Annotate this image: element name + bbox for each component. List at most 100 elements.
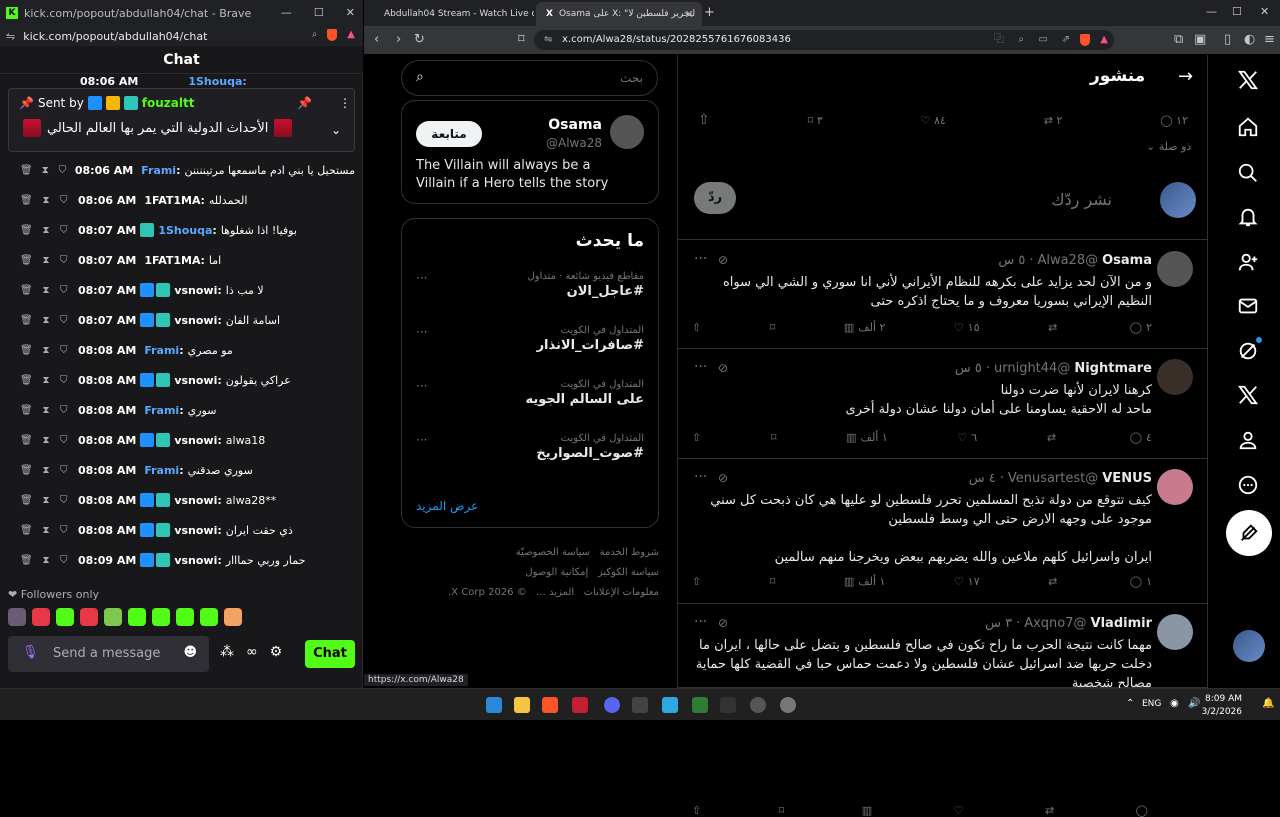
delete-icon[interactable]: 🗑 [20, 555, 33, 566]
bookmark-icon[interactable]: ⌑ [770, 575, 776, 588]
more-options-icon[interactable]: ⋮ [339, 96, 351, 110]
clock[interactable]: 8:09 AM 3/2/2026 [1202, 693, 1242, 719]
more-options-icon[interactable]: ··· [416, 325, 427, 339]
emote-icon[interactable] [152, 608, 170, 626]
views-action[interactable]: ▥ ٢ ألف [844, 321, 886, 334]
new-tab-button[interactable]: + [704, 5, 715, 20]
tweet-time[interactable]: ٥ س [955, 361, 982, 376]
reply-tweet[interactable]: Vladimir @Axqno7 · ٣ س ··· ⊘ مهما كانت نتيجة ا… [678, 604, 1208, 817]
share-icon[interactable]: ⇧ [692, 804, 701, 817]
emote-icon[interactable] [200, 608, 218, 626]
emote-icon[interactable] [224, 608, 242, 626]
address-bar[interactable]: ⇋ x.com/Alwa28/status/202825576167608343… [534, 30, 1114, 50]
language-indicator[interactable]: ENG [1142, 699, 1161, 709]
ban-icon[interactable]: ⛉ [60, 465, 72, 476]
tweet-author[interactable]: Vladimir [1091, 616, 1152, 631]
delete-icon[interactable]: 🗑 [20, 525, 33, 536]
delete-icon[interactable]: 🗑 [20, 195, 33, 206]
like-action[interactable]: ♡ ٨٤ [921, 114, 946, 127]
emoji-icon[interactable]: ☻ [183, 645, 197, 660]
like-action[interactable]: ♡ ١٥ [954, 321, 980, 334]
chat-send-button[interactable]: Chat [305, 640, 355, 668]
more-options-icon[interactable]: ··· [694, 251, 707, 267]
repost-action[interactable]: ⇄ [1045, 804, 1058, 817]
reply-action[interactable]: ◯ ٢ [1130, 321, 1152, 334]
trend-item[interactable]: المتداول في الكويت على السالم الجويه ··· [416, 379, 644, 407]
home-icon[interactable] [1237, 116, 1259, 138]
delete-icon[interactable]: 🗑 [20, 285, 33, 296]
footer-link[interactable]: المزيد ... [536, 587, 574, 598]
follow-icon[interactable] [1237, 251, 1259, 273]
emote-icon[interactable] [80, 608, 98, 626]
tweet-time[interactable]: ٣ س [985, 616, 1012, 631]
x-premium-icon[interactable] [1237, 384, 1259, 406]
avatar[interactable] [1157, 359, 1193, 395]
delete-icon[interactable]: 🗑 [20, 225, 33, 236]
repost-action[interactable]: ⇄ [1047, 431, 1060, 444]
start-icon[interactable] [486, 697, 502, 713]
bookmark-icon[interactable]: ⌑ [771, 431, 777, 444]
message-user[interactable]: vsnowi [174, 434, 217, 447]
ban-icon[interactable]: ⛉ [60, 405, 72, 416]
reply-action[interactable]: ◯ ٤ [1130, 431, 1152, 444]
share-icon[interactable]: ⇗ [1062, 30, 1070, 50]
message-user[interactable]: vsnowi [174, 284, 217, 297]
back-arrow-icon[interactable]: → [1178, 66, 1193, 87]
reply-tweet[interactable]: Nightmare @urnight44 · ٥ س ··· ⊘ كرهنا لايران … [678, 349, 1208, 459]
more-options-icon[interactable]: ··· [416, 379, 427, 393]
tweet-handle[interactable]: @Alwa28 [1037, 253, 1098, 268]
delete-icon[interactable]: 🗑 [20, 495, 33, 506]
zoom-icon[interactable]: ⌕ [312, 29, 318, 41]
timeout-icon[interactable]: ⧗ [41, 435, 51, 446]
maximize-button[interactable]: ☐ [314, 6, 324, 19]
profile-icon[interactable] [1237, 429, 1259, 451]
menu-icon[interactable]: ≡ [1264, 32, 1275, 47]
emote-icon[interactable] [176, 608, 194, 626]
minimize-button[interactable]: — [1206, 5, 1217, 18]
repost-action[interactable]: ⇄ ٢ [1044, 114, 1063, 127]
emote-icon[interactable] [8, 608, 26, 626]
reply-action[interactable]: ◯ [1136, 804, 1152, 817]
translate-icon[interactable]: ⿻ [994, 30, 1004, 50]
timeout-icon[interactable]: ⧗ [41, 525, 51, 536]
reply-button[interactable]: ردّ [694, 182, 736, 214]
site-info-icon[interactable]: ⇋ [544, 30, 552, 50]
message-user[interactable]: Frami [144, 464, 179, 477]
ban-icon[interactable]: ⛉ [60, 285, 72, 296]
show-more-link[interactable]: عرض المزيد [416, 499, 478, 513]
ban-icon[interactable]: ⛉ [60, 495, 72, 506]
close-button[interactable]: ✕ [1260, 5, 1269, 18]
notifications-icon[interactable] [1237, 206, 1259, 228]
ban-icon[interactable]: ⛉ [60, 555, 72, 566]
discord-icon[interactable] [604, 697, 620, 713]
delete-icon[interactable]: 🗑 [20, 405, 33, 416]
follow-button[interactable]: متابعة [416, 121, 482, 147]
minimize-button[interactable]: — [281, 6, 292, 19]
timeout-icon[interactable]: ⧗ [41, 165, 50, 176]
reply-action[interactable]: ◯ ١ [1130, 575, 1152, 588]
delete-icon[interactable]: 🗑 [20, 255, 33, 266]
tweet-time[interactable]: ٤ س [969, 471, 996, 486]
message-input[interactable]: 🎙 Send a message ☻ [8, 636, 209, 672]
ban-icon[interactable]: ⛉ [60, 255, 72, 266]
grok-icon[interactable]: ⊘ [718, 616, 728, 630]
message-user[interactable]: 1FAT1MA [144, 194, 200, 207]
more-options-icon[interactable]: ··· [416, 433, 427, 447]
delete-icon[interactable]: 🗑 [20, 435, 33, 446]
tweet-handle[interactable]: @Venusartest [1008, 471, 1098, 486]
delete-icon[interactable]: 🗑 [20, 465, 33, 476]
timeout-icon[interactable]: ⧗ [41, 225, 51, 236]
emote-icon[interactable] [128, 608, 146, 626]
message-user[interactable]: vsnowi [174, 314, 217, 327]
ban-icon[interactable]: ⛉ [60, 435, 72, 446]
message-user[interactable]: 1FAT1MA [144, 254, 200, 267]
grok-icon[interactable] [1237, 340, 1259, 362]
points-icon[interactable]: ⁂ [220, 644, 234, 660]
bookmark-icon[interactable]: ⌑ [518, 32, 525, 47]
message-user[interactable]: vsnowi [174, 554, 217, 567]
avatar[interactable] [1157, 251, 1193, 287]
sidebar-toggle-icon[interactable]: ▯ [1224, 32, 1231, 47]
views-action[interactable]: ▥ [862, 804, 876, 817]
trend-item[interactable]: مقاطع فيديو شائعة · متداول #عاجل_الان ··· [416, 271, 644, 299]
profile-name[interactable]: Osama [548, 117, 602, 133]
